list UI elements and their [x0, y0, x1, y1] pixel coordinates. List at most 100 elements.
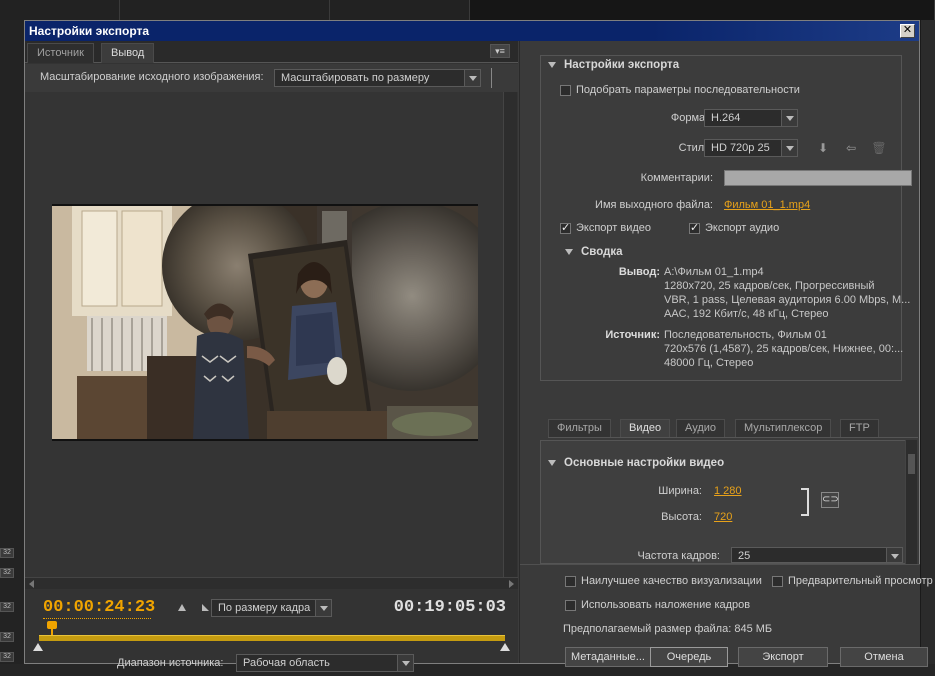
track-marker: 32 [0, 632, 14, 642]
video-settings-title-text: Основные настройки видео [564, 457, 725, 469]
timecode-underline [43, 618, 151, 619]
track-marker: 32 [0, 568, 14, 578]
scroll-left-icon[interactable] [29, 580, 34, 588]
tab-output[interactable]: Вывод [101, 43, 155, 63]
set-out-point-icon[interactable] [202, 604, 209, 611]
video-settings-scrollbar[interactable] [905, 440, 917, 564]
estimated-file-size: Предполагаемый размер файла: 845 МБ [563, 623, 773, 635]
fit-dropdown-value: По размеру кадра [218, 602, 311, 614]
chevron-down-icon [464, 70, 480, 86]
preview-horizontal-scrollbar[interactable] [25, 577, 518, 589]
settings-tabs: Фильтры Видео Аудио Мультиплексор FTP [548, 419, 918, 438]
source-range-value: Рабочая область [243, 657, 330, 669]
width-value[interactable]: 1 280 [714, 485, 742, 497]
track-marker: 32 [0, 548, 14, 558]
match-sequence-checkbox[interactable] [560, 85, 571, 96]
framerate-label: Частота кадров: [637, 550, 720, 562]
link-icon[interactable]: ⊂⊃ [821, 492, 839, 508]
framerate-value: 25 [738, 550, 751, 562]
summary-title[interactable]: Сводка [565, 246, 623, 258]
fit-dropdown[interactable]: По размеру кадра [211, 599, 332, 617]
tab-ftp[interactable]: FTP [840, 419, 879, 437]
set-in-point-icon[interactable] [178, 604, 186, 611]
tab-multiplexer[interactable]: Мультиплексор [735, 419, 832, 437]
video-settings-title[interactable]: Основные настройки видео [548, 457, 724, 469]
export-settings-title[interactable]: Настройки экспорта [548, 59, 679, 71]
chevron-down-icon [397, 655, 413, 671]
delete-preset-icon[interactable]: 🗑 [871, 141, 887, 155]
title-bar[interactable]: Настройки экспорта ✕ [25, 21, 919, 41]
scale-bar: Масштабирование исходного изображения: М… [25, 64, 518, 92]
preview-label: Предварительный просмотр [788, 575, 933, 587]
summary-output-line: A:\Фильм 01_1.mp4 [664, 266, 764, 278]
export-audio-label: Экспорт аудио [705, 222, 780, 234]
export-button[interactable]: Экспорт [738, 647, 828, 667]
format-value: H.264 [711, 112, 741, 124]
comments-input[interactable] [724, 170, 912, 186]
chevron-down-icon [781, 110, 797, 126]
scale-label: Масштабирование исходного изображения: [40, 71, 264, 83]
duration-timecode: 00:19:05:03 [393, 598, 506, 617]
scrollbar-thumb[interactable] [908, 454, 915, 474]
tab-video[interactable]: Видео [620, 419, 671, 437]
preview-tabs: Источник Вывод ▾≡ [25, 41, 518, 63]
settings-panel: Настройки экспорта Подобрать параметры п… [519, 41, 933, 667]
export-video-label: Экспорт видео [576, 222, 652, 234]
tab-filters[interactable]: Фильтры [548, 419, 611, 437]
save-preset-icon[interactable]: ⬇ [815, 141, 831, 155]
cancel-button[interactable]: Отмена [840, 647, 928, 667]
summary-output-line: 1280x720, 25 кадров/сек, Прогрессивный [664, 280, 875, 292]
summary-source-line: 720x576 (1,4587), 25 кадров/сек, Нижнее,… [664, 343, 904, 355]
export-settings-dialog: Настройки экспорта ✕ Источник Вывод ▾≡ М… [24, 20, 933, 672]
summary-title-text: Сводка [581, 246, 623, 258]
framerate-dropdown[interactable]: 25 [731, 547, 903, 563]
summary-source-label-text: Источник: [605, 329, 660, 341]
summary-source-line: 48000 Гц, Стерео [664, 357, 754, 369]
chevron-down-icon [886, 548, 902, 562]
out-point-marker[interactable] [500, 643, 510, 651]
scale-dropdown[interactable]: Масштабировать по размеру [274, 69, 481, 87]
use-blending-checkbox[interactable] [565, 600, 576, 611]
summary-output-line: AAC, 192 Кбит/с, 48 кГц, Стерео [664, 308, 829, 320]
max-render-quality-label: Наилучшее качество визуализации [581, 575, 762, 587]
scale-dropdown-value: Масштабировать по размеру [281, 72, 430, 84]
format-label: Формат: [670, 112, 713, 124]
preset-value: HD 720p 25 [711, 142, 770, 154]
video-frame [52, 204, 478, 441]
in-point-marker[interactable] [33, 643, 43, 651]
background-app-top [0, 0, 935, 20]
output-name-link[interactable]: Фильм 01_1.mp4 [724, 199, 810, 211]
export-video-checkbox[interactable] [560, 221, 571, 234]
height-value[interactable]: 720 [714, 511, 732, 523]
output-name-label: Имя выходного файла: [595, 199, 713, 211]
import-preset-icon[interactable]: ⇦ [843, 141, 859, 155]
timeline-bar[interactable] [39, 635, 505, 641]
use-blending-label: Использовать наложение кадров [581, 599, 751, 611]
preset-dropdown[interactable]: HD 720p 25 [704, 139, 798, 157]
current-timecode[interactable]: 00:00:24:23 [43, 598, 155, 617]
comments-label: Комментарии: [640, 172, 713, 184]
preview-checkbox[interactable] [772, 576, 783, 587]
panel-menu-icon[interactable]: ▾≡ [490, 44, 510, 58]
chevron-down-icon [781, 140, 797, 156]
export-audio-checkbox[interactable] [689, 221, 700, 234]
queue-button[interactable]: Очередь [650, 647, 728, 667]
summary-output-line: VBR, 1 pass, Целевая аудитория 6.00 Mbps… [664, 294, 911, 306]
background-app-left: 32 32 32 32 32 [0, 20, 24, 676]
divider [491, 68, 492, 88]
summary-source-label: Источник: [570, 328, 660, 342]
tab-audio[interactable]: Аудио [676, 419, 726, 437]
window-title: Настройки экспорта [29, 24, 150, 38]
tab-source[interactable]: Источник [27, 43, 94, 63]
close-button[interactable]: ✕ [900, 24, 915, 38]
playhead[interactable] [47, 621, 57, 637]
track-marker: 32 [0, 602, 14, 612]
metadata-button[interactable]: Метаданные... [565, 647, 651, 667]
format-dropdown[interactable]: H.264 [704, 109, 798, 127]
summary-output-label: Вывод: [570, 265, 660, 279]
scroll-right-icon[interactable] [509, 580, 514, 588]
preview-vertical-scrollbar[interactable] [503, 92, 517, 577]
source-range-label: Диапазон источника: [117, 657, 224, 669]
source-range-dropdown[interactable]: Рабочая область [236, 654, 414, 672]
max-render-quality-checkbox[interactable] [565, 576, 576, 587]
